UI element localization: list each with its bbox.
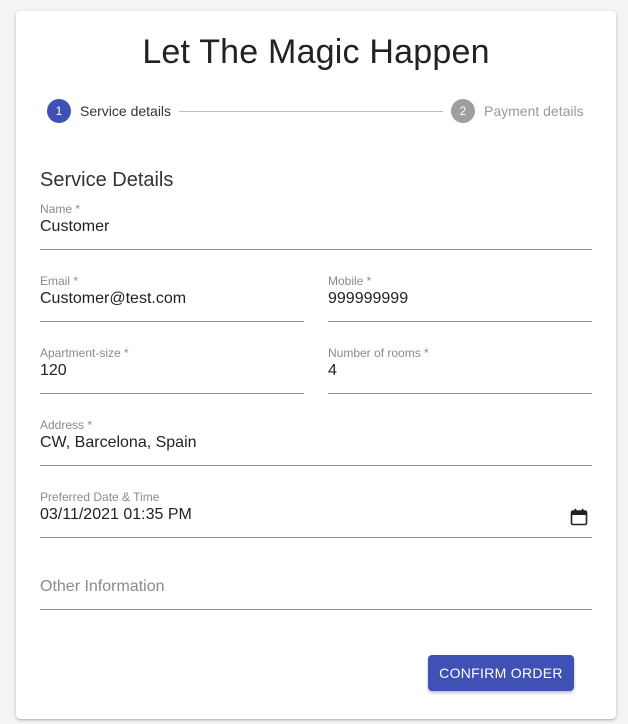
step-1-number: 1 — [47, 99, 71, 123]
page-title: Let The Magic Happen — [142, 33, 490, 71]
confirm-order-button[interactable]: CONFIRM ORDER — [428, 655, 574, 691]
mobile-underline — [328, 321, 592, 322]
address-input[interactable]: CW, Barcelona, Spain — [40, 434, 197, 452]
mobile-field[interactable]: Mobile * 999999999 — [328, 274, 592, 322]
name-input[interactable]: Customer — [40, 218, 109, 236]
datetime-label: Preferred Date & Time — [40, 490, 160, 504]
step-2-label: Payment details — [484, 103, 584, 119]
email-underline — [40, 321, 304, 322]
address-field[interactable]: Address * CW, Barcelona, Spain — [40, 418, 592, 466]
mobile-input[interactable]: 999999999 — [328, 290, 408, 308]
name-label: Name * — [40, 202, 81, 216]
email-field[interactable]: Email * Customer@test.com — [40, 274, 304, 322]
rooms-label: Number of rooms * — [328, 346, 429, 360]
step-payment-details[interactable]: 2 Payment details — [451, 99, 584, 123]
calendar-icon[interactable] — [570, 508, 588, 526]
rooms-field[interactable]: Number of rooms * 4 — [328, 346, 592, 394]
rooms-input[interactable]: 4 — [328, 362, 337, 380]
datetime-input[interactable]: 03/11/2021 01:35 PM — [40, 506, 192, 524]
address-underline — [40, 465, 592, 466]
other-information-input[interactable]: Other Information — [40, 578, 165, 596]
mobile-label: Mobile * — [328, 274, 372, 288]
email-input[interactable]: Customer@test.com — [40, 290, 186, 308]
step-1-label: Service details — [80, 103, 172, 119]
apartment-size-underline — [40, 393, 304, 394]
section-title: Service Details — [40, 169, 174, 191]
step-service-details[interactable]: 1 Service details — [47, 99, 171, 123]
apartment-size-input[interactable]: 120 — [40, 362, 67, 380]
rooms-underline — [328, 393, 592, 394]
other-information-underline — [40, 609, 592, 610]
datetime-field[interactable]: Preferred Date & Time 03/11/2021 01:35 P… — [40, 490, 592, 538]
other-information-field[interactable]: Other Information — [40, 562, 592, 610]
apartment-size-field[interactable]: Apartment-size * 120 — [40, 346, 304, 394]
name-field[interactable]: Name * Customer — [40, 202, 592, 250]
datetime-underline — [40, 537, 592, 538]
step-2-number: 2 — [451, 99, 475, 123]
apartment-size-label: Apartment-size * — [40, 346, 129, 360]
email-label: Email * — [40, 274, 79, 288]
name-underline — [40, 249, 592, 250]
stepper-connector — [179, 111, 443, 112]
order-form-card: Let The Magic Happen 1 Service details 2… — [16, 11, 616, 719]
address-label: Address * — [40, 418, 93, 432]
